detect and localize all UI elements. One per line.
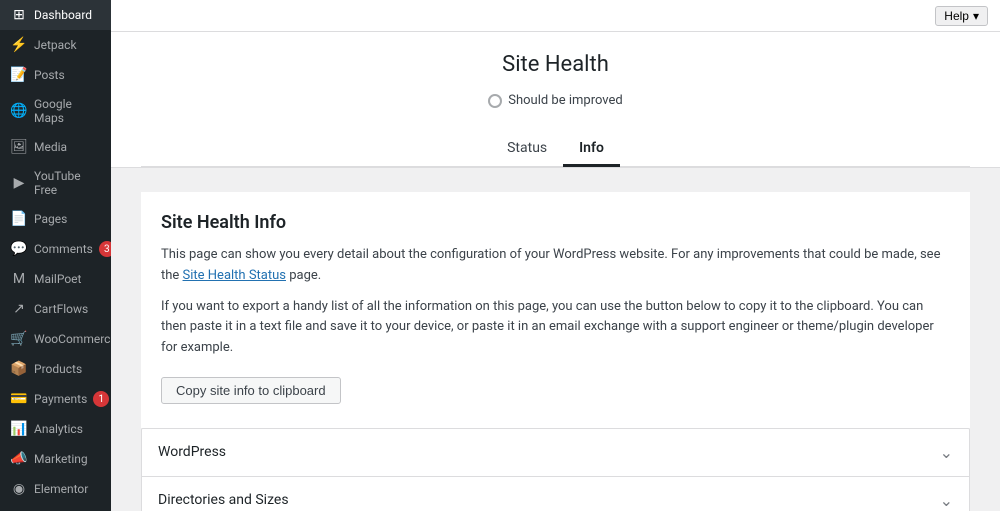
sidebar-item-label-media: Media (34, 140, 101, 154)
sidebar-item-label-woocommerce: WooCommerce (34, 332, 111, 346)
sidebar-item-label-jetpack: Jetpack (34, 38, 101, 52)
sidebar-item-label-analytics: Analytics (34, 422, 101, 436)
woocommerce-icon: 🛒 (10, 331, 28, 347)
sidebar-item-label-youtube-free: YouTube Free (34, 169, 101, 197)
sidebar-item-label-elementor: Elementor (34, 482, 101, 496)
sidebar-item-label-mailpoet: MailPoet (34, 272, 101, 286)
sidebar-item-google-maps[interactable]: 🌐 Google Maps (0, 90, 111, 132)
sidebar-item-media[interactable]: 🖼 Media (0, 132, 111, 162)
sidebar-item-products[interactable]: 📦 Products (0, 354, 111, 384)
sidebar-item-dashboard[interactable]: ⊞ Dashboard (0, 0, 111, 30)
sidebar-item-label-cartflows: CartFlows (34, 302, 101, 316)
status-indicator: Should be improved (141, 93, 970, 108)
main-area: Help ▾ Site Health Should be improved St… (111, 0, 1000, 511)
help-chevron-icon: ▾ (973, 9, 979, 23)
accordion-label-wordpress: WordPress (158, 444, 226, 460)
posts-icon: 📝 (10, 67, 28, 83)
sidebar-item-label-google-maps: Google Maps (34, 97, 101, 125)
analytics-icon: 📊 (10, 421, 28, 437)
jetpack-icon: ⚡ (10, 37, 28, 53)
info-desc-1: This page can show you every detail abou… (161, 245, 950, 287)
accordion-label-directories: Directories and Sizes (158, 492, 289, 508)
info-section-title: Site Health Info (161, 212, 950, 233)
sidebar-item-label-dashboard: Dashboard (34, 8, 101, 22)
sidebar-item-pages[interactable]: 📄 Pages (0, 204, 111, 234)
tab-info[interactable]: Info (563, 132, 620, 167)
status-text: Should be improved (508, 93, 623, 108)
accordion-chevron-directories: ⌄ (940, 491, 953, 510)
accordion-header-directories[interactable]: Directories and Sizes ⌄ (142, 477, 969, 511)
site-health-status-link[interactable]: Site Health Status (183, 268, 286, 283)
elementor-icon: ◉ (10, 481, 28, 497)
sidebar-item-analytics[interactable]: 📊 Analytics (0, 414, 111, 444)
comments-icon: 💬 (10, 241, 28, 257)
sidebar-item-label-products: Products (34, 362, 101, 376)
page-title: Site Health (141, 52, 970, 77)
tabs-inner: StatusInfo (491, 132, 620, 166)
mailpoet-icon: M (10, 271, 28, 287)
page-header-top: Site Health Should be improved (141, 52, 970, 132)
help-label: Help (944, 9, 969, 23)
dashboard-icon: ⊞ (10, 7, 28, 23)
marketing-icon: 📣 (10, 451, 28, 467)
badge-payments: 1 (93, 391, 109, 407)
accordion-chevron-wordpress: ⌄ (940, 443, 953, 462)
copy-site-info-button[interactable]: Copy site info to clipboard (161, 377, 341, 404)
payments-icon: 💳 (10, 391, 28, 407)
page-header: Site Health Should be improved StatusInf… (111, 32, 1000, 168)
inner-content: Site Health Info This page can show you … (111, 168, 1000, 511)
topbar: Help ▾ (111, 0, 1000, 32)
sidebar: ⊞ Dashboard ⚡ Jetpack 📝 Posts 🌐 Google Maps 🖼 Med… (0, 0, 111, 511)
sidebar-item-label-pages: Pages (34, 212, 101, 226)
accordion: WordPress⌄Directories and Sizes⌄Drop-ins… (141, 428, 970, 511)
sidebar-item-cartflows[interactable]: ↗ CartFlows (0, 294, 111, 324)
accordion-item-directories: Directories and Sizes ⌄ (142, 477, 969, 511)
sidebar-item-marketing[interactable]: 📣 Marketing (0, 444, 111, 474)
tab-bar: StatusInfo (141, 132, 970, 167)
products-icon: 📦 (10, 361, 28, 377)
badge-comments: 3 (99, 241, 111, 257)
accordion-item-wordpress: WordPress ⌄ (142, 429, 969, 477)
cartflows-icon: ↗ (10, 301, 28, 317)
sidebar-item-comments[interactable]: 💬 Comments 3 (0, 234, 111, 264)
sidebar-item-woocommerce[interactable]: 🛒 WooCommerce (0, 324, 111, 354)
sidebar-item-elementor[interactable]: ◉ Elementor (0, 474, 111, 504)
sidebar-item-posts[interactable]: 📝 Posts (0, 60, 111, 90)
sidebar-item-templates[interactable]: ⊡Templates (0, 504, 111, 511)
media-icon: 🖼 (10, 139, 28, 155)
accordion-header-wordpress[interactable]: WordPress ⌄ (142, 429, 969, 476)
info-desc-2: If you want to export a handy list of al… (161, 297, 950, 359)
sidebar-item-label-marketing: Marketing (34, 452, 101, 466)
sidebar-item-youtube-free[interactable]: ▶ YouTube Free (0, 162, 111, 204)
tab-status[interactable]: Status (491, 132, 563, 167)
main-scroll: Site Health Should be improved StatusInf… (111, 32, 1000, 511)
sidebar-item-payments[interactable]: 💳 Payments 1 (0, 384, 111, 414)
sidebar-item-mailpoet[interactable]: M MailPoet (0, 264, 111, 294)
pages-icon: 📄 (10, 211, 28, 227)
sidebar-item-label-comments: Comments (34, 242, 93, 256)
google-maps-icon: 🌐 (10, 103, 28, 119)
status-circle-icon (488, 94, 502, 108)
info-card: Site Health Info This page can show you … (141, 192, 970, 428)
sidebar-item-label-payments: Payments (34, 392, 87, 406)
youtube-free-icon: ▶ (10, 175, 28, 191)
sidebar-item-jetpack[interactable]: ⚡ Jetpack (0, 30, 111, 60)
sidebar-item-label-posts: Posts (34, 68, 101, 82)
help-button[interactable]: Help ▾ (935, 6, 988, 26)
